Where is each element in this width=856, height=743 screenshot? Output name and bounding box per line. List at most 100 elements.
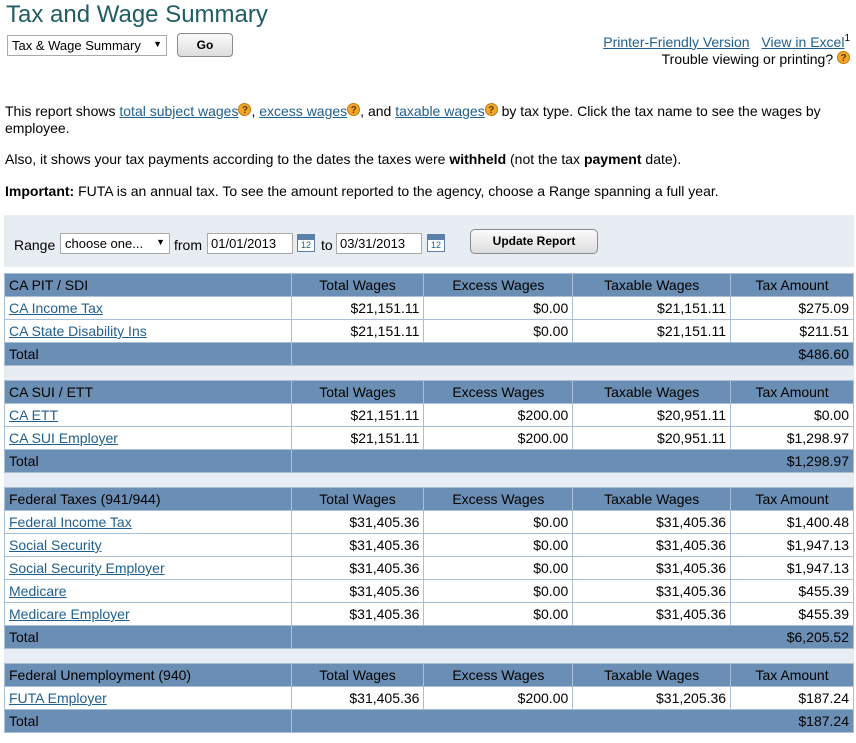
go-button[interactable]: Go <box>177 33 233 57</box>
important-text: FUTA is an annual tax. To see the amount… <box>74 183 719 199</box>
column-header: Total Wages <box>290 380 425 404</box>
total-cell: $21,151.11 <box>290 296 425 320</box>
important-label: Important: <box>5 183 75 199</box>
tax-name-link[interactable]: Social Security Employer <box>9 560 165 576</box>
total-cell: $31,405.36 <box>290 686 425 710</box>
tax-summary-table: CA PIT / SDI Total Wages Excess Wages Taxab… <box>4 273 855 733</box>
column-header: Total Wages <box>290 663 425 687</box>
report-type-select[interactable]: Tax & Wage Summary ▼ <box>7 35 167 56</box>
column-header: Excess Wages <box>423 487 574 511</box>
total-label: Total <box>4 342 292 366</box>
tax-name-cell: Social Security Employer <box>4 556 292 580</box>
tax-name-link[interactable]: Medicare Employer <box>9 606 130 622</box>
total-cell: $31,405.36 <box>290 579 425 603</box>
report-type-select-value: Tax & Wage Summary <box>12 38 141 53</box>
tax-name-link[interactable]: Medicare <box>9 583 67 599</box>
spacer-cell <box>4 648 854 664</box>
taxable-cell: $31,405.36 <box>572 510 732 534</box>
intro-text: This report shows <box>5 103 120 119</box>
excess-cell: $0.00 <box>423 579 574 603</box>
group-total-row: Total $6,205.52 <box>4 625 855 649</box>
tax-name-link[interactable]: CA State Disability Ins <box>9 323 147 339</box>
group-header-row: Federal Unemployment (940) Total Wages Exc… <box>4 663 854 687</box>
group-spacer <box>4 472 854 488</box>
column-header: Excess Wages <box>423 663 574 687</box>
chevron-down-icon: ▼ <box>156 237 165 247</box>
total-cell: $21,151.11 <box>290 403 425 427</box>
amount-cell: $187.24 <box>730 686 854 710</box>
total-cell: $21,151.11 <box>290 426 425 450</box>
excess-cell: $200.00 <box>423 426 574 450</box>
tax-name-link[interactable]: CA ETT <box>9 407 58 423</box>
total-cell: $21,151.11 <box>290 319 425 343</box>
help-icon[interactable]: ? <box>837 50 850 64</box>
excess-cell: $200.00 <box>423 403 574 427</box>
taxable-cell: $21,151.11 <box>572 296 732 320</box>
amount-cell: $275.09 <box>730 296 854 320</box>
group-total-row: Total $1,298.97 <box>4 449 855 473</box>
taxable-cell: $20,951.11 <box>572 403 732 427</box>
view-in-excel-link[interactable]: View in Excel <box>761 34 844 50</box>
tax-name-link[interactable]: CA SUI Employer <box>9 430 118 446</box>
from-label: from <box>174 237 202 253</box>
total-cell: $31,405.36 <box>290 556 425 580</box>
amount-cell: $1,947.13 <box>730 556 854 580</box>
update-report-button[interactable]: Update Report <box>470 229 598 254</box>
taxable-wages-link[interactable]: taxable wages <box>395 103 485 119</box>
table-row: FUTA Employer $31,405.36 $200.00 $31,205.36… <box>4 686 854 710</box>
column-header: Tax Amount <box>730 663 854 687</box>
excess-wages-link[interactable]: excess wages <box>259 103 347 119</box>
to-date-input[interactable]: 03/31/2013 <box>336 233 422 254</box>
taxable-cell: $31,205.36 <box>572 686 732 710</box>
top-right-links: Printer-Friendly Version View in Excel1 … <box>595 33 850 67</box>
group-name: CA PIT / SDI <box>4 273 292 297</box>
tax-name-cell: CA ETT <box>4 403 292 427</box>
column-header: Taxable Wages <box>572 663 732 687</box>
tax-name-cell: Social Security <box>4 533 292 557</box>
excess-cell: $0.00 <box>423 533 574 557</box>
range-select[interactable]: choose one... ▼ <box>60 233 170 254</box>
tax-name-cell: Medicare <box>4 579 292 603</box>
table-row: Medicare $31,405.36 $0.00 $31,405.36 $455.39 <box>4 579 854 603</box>
tax-name-link[interactable]: CA Income Tax <box>9 300 103 316</box>
amount-cell: $455.39 <box>730 579 854 603</box>
to-label: to <box>321 237 333 253</box>
taxable-cell: $31,405.36 <box>572 579 732 603</box>
tax-name-link[interactable]: Federal Income Tax <box>9 514 132 530</box>
range-select-value: choose one... <box>65 236 144 251</box>
column-header: Tax Amount <box>730 273 854 297</box>
intro-paragraph: This report shows total subject wages?, … <box>5 103 845 137</box>
column-header: Excess Wages <box>423 380 574 404</box>
chevron-down-icon: ▼ <box>153 39 162 49</box>
tax-name-cell: Medicare Employer <box>4 602 292 626</box>
tax-name-link[interactable]: Social Security <box>9 537 102 553</box>
help-icon[interactable]: ? <box>484 103 498 116</box>
taxable-cell: $31,405.36 <box>572 533 732 557</box>
intro-text: , and <box>360 103 396 119</box>
calendar-icon[interactable]: 12 <box>427 234 445 252</box>
range-label: Range <box>14 237 56 253</box>
total-cell: $31,405.36 <box>290 602 425 626</box>
column-header: Taxable Wages <box>572 380 732 404</box>
group-spacer <box>4 365 854 381</box>
help-icon[interactable]: ? <box>347 103 361 116</box>
amount-cell: $1,947.13 <box>730 533 854 557</box>
help-icon[interactable]: ? <box>238 103 252 116</box>
taxable-cell: $31,405.36 <box>572 602 732 626</box>
group-spacer <box>4 648 854 664</box>
printer-friendly-link[interactable]: Printer-Friendly Version <box>603 34 749 50</box>
group-name: Federal Unemployment (940) <box>4 663 292 687</box>
total-cell: $31,405.36 <box>290 533 425 557</box>
table-row: Social Security Employer $31,405.36 $0.00 $… <box>4 556 854 580</box>
from-date-input[interactable]: 01/01/2013 <box>207 233 293 254</box>
tax-name-link[interactable]: FUTA Employer <box>9 690 107 706</box>
column-header: Taxable Wages <box>572 273 732 297</box>
table-row: Medicare Employer $31,405.36 $0.00 $31,405.… <box>4 602 854 626</box>
excess-cell: $0.00 <box>423 319 574 343</box>
taxable-cell: $20,951.11 <box>572 426 732 450</box>
table-row: Social Security $31,405.36 $0.00 $31,405.36… <box>4 533 854 557</box>
table-row: CA State Disability Ins $21,151.11 $0.00 $2… <box>4 319 854 343</box>
calendar-icon[interactable]: 12 <box>297 234 315 252</box>
excess-cell: $0.00 <box>423 556 574 580</box>
total-subject-wages-link[interactable]: total subject wages <box>119 103 238 119</box>
